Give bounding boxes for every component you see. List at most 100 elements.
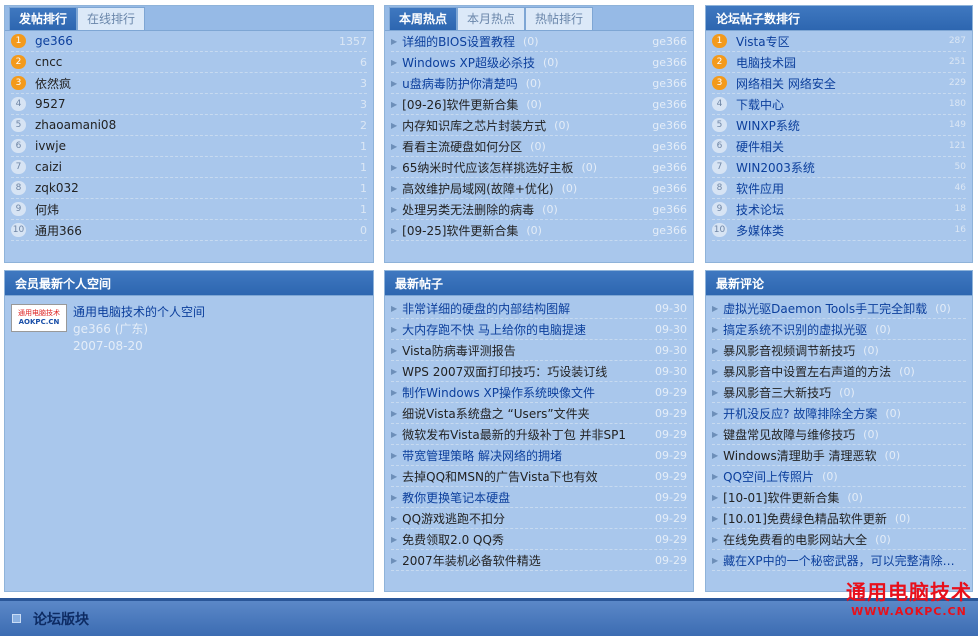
item-name[interactable]: 网络相关 网络安全 [736, 75, 926, 92]
item-name[interactable]: 下载中心 [736, 96, 926, 113]
item-name[interactable]: WINXP系统 [736, 117, 926, 134]
item-title[interactable]: 详细的BIOS设置教程 [402, 33, 515, 50]
list-item[interactable]: ▶ 微软发布Vista最新的升级补丁包 并非SP1 09-29 [391, 424, 687, 445]
list-item[interactable]: ▶ 2007年装机必备软件精选 09-29 [391, 550, 687, 571]
item-title[interactable]: [10.01]免费绿色精品软件更新 [723, 510, 887, 527]
item-title[interactable]: [10-01]软件更新合集 [723, 489, 839, 506]
list-item[interactable]: ▶ [09-25]软件更新合集 (0) ge366 [391, 220, 687, 241]
item-title[interactable]: Windows XP超级必杀技 [402, 54, 535, 71]
list-item[interactable]: ▶ 暴风影音三大新技巧 (0) [712, 382, 966, 403]
item-title[interactable]: 大内存跑不快 马上给你的电脑提速 [402, 321, 586, 338]
forum-sections-title[interactable]: 论坛版块 [33, 609, 89, 629]
list-item[interactable]: 8 软件应用 46 [712, 178, 966, 199]
space-logo[interactable]: 通用电脑技术 AOKPC.CN [11, 304, 67, 332]
item-name[interactable]: 电脑技术园 [736, 54, 926, 71]
list-item[interactable]: ▶ u盘病毒防护你清楚吗 (0) ge366 [391, 73, 687, 94]
tab-week-hot[interactable]: 本周热点 [389, 7, 458, 30]
list-item[interactable]: ▶ 虚拟光驱Daemon Tools手工完全卸载 (0) [712, 298, 966, 319]
item-name[interactable]: 9527 [35, 97, 327, 111]
list-item[interactable]: ▶ 去掉QQ和MSN的广告Vista下也有效 09-29 [391, 466, 687, 487]
item-name[interactable]: 依然疯 [35, 75, 327, 92]
item-title[interactable]: 2007年装机必备软件精选 [402, 552, 541, 569]
list-item[interactable]: 3 网络相关 网络安全 229 [712, 73, 966, 94]
list-item[interactable]: ▶ 内存知识库之芯片封装方式 (0) ge366 [391, 115, 687, 136]
tab-online-rank[interactable]: 在线排行 [77, 7, 146, 30]
list-item[interactable]: 5 WINXP系统 149 [712, 115, 966, 136]
item-title[interactable]: 去掉QQ和MSN的广告Vista下也有效 [402, 468, 597, 485]
item-name[interactable]: 何炜 [35, 201, 327, 218]
list-item[interactable]: ▶ WPS 2007双面打印技巧：巧设装订线 09-30 [391, 361, 687, 382]
item-title[interactable]: 在线免费看的电影网站大全 [723, 531, 867, 548]
item-title[interactable]: 高效维护局域网(故障+优化) [402, 180, 553, 197]
tab-month-hot[interactable]: 本月热点 [457, 7, 526, 30]
list-item[interactable]: ▶ [10-01]软件更新合集 (0) [712, 487, 966, 508]
list-item[interactable]: ▶ Vista防病毒评测报告 09-30 [391, 340, 687, 361]
item-title[interactable]: QQ空间上传照片 [723, 468, 814, 485]
list-item[interactable]: 4 下载中心 180 [712, 94, 966, 115]
item-title[interactable]: 制作Windows XP操作系统映像文件 [402, 384, 595, 401]
item-title[interactable]: 非常详细的硬盘的内部结构图解 [402, 300, 570, 317]
item-title[interactable]: 细说Vista系统盘之 “Users”文件夹 [402, 405, 589, 422]
list-item[interactable]: 3 依然疯 3 [11, 73, 367, 94]
list-item[interactable]: ▶ [09-26]软件更新合集 (0) ge366 [391, 94, 687, 115]
list-item[interactable]: ▶ 看看主流硬盘如何分区 (0) ge366 [391, 136, 687, 157]
item-name[interactable]: 硬件相关 [736, 138, 926, 155]
item-name[interactable]: WIN2003系统 [736, 159, 926, 176]
list-item[interactable]: ▶ 细说Vista系统盘之 “Users”文件夹 09-29 [391, 403, 687, 424]
item-title[interactable]: 内存知识库之芯片封装方式 [402, 117, 546, 134]
item-title[interactable]: QQ游戏逃跑不扣分 [402, 510, 505, 527]
list-item[interactable]: ▶ 藏在XP中的一个秘密武器，可以完整清除垃... [712, 550, 966, 571]
list-item[interactable]: ▶ 开机没反应? 故障排除全方案 (0) [712, 403, 966, 424]
item-name[interactable]: 软件应用 [736, 180, 926, 197]
list-item[interactable]: ▶ 带宽管理策略 解决网络的拥堵 09-29 [391, 445, 687, 466]
item-title[interactable]: 暴风影音三大新技巧 [723, 384, 831, 401]
list-item[interactable]: ▶ QQ空间上传照片 (0) [712, 466, 966, 487]
list-item[interactable]: 6 ivwje 1 [11, 136, 367, 157]
list-item[interactable]: ▶ Windows清理助手 清理恶软 (0) [712, 445, 966, 466]
item-name[interactable]: caizi [35, 160, 327, 174]
item-title[interactable]: 处理另类无法删除的病毒 [402, 201, 534, 218]
tab-hot-posts-rank[interactable]: 热帖排行 [525, 7, 594, 30]
list-item[interactable]: 8 zqk032 1 [11, 178, 367, 199]
item-title[interactable]: 键盘常见故障与维修技巧 [723, 426, 855, 443]
item-title[interactable]: 暴风影音中设置左右声道的方法 [723, 363, 891, 380]
item-title[interactable]: 搞定系统不识别的虚拟光驱 [723, 321, 867, 338]
item-name[interactable]: 通用366 [35, 222, 327, 239]
item-title[interactable]: WPS 2007双面打印技巧：巧设装订线 [402, 363, 607, 380]
item-title[interactable]: 暴风影音视频调节新技巧 [723, 342, 855, 359]
item-title[interactable]: 看看主流硬盘如何分区 [402, 138, 522, 155]
item-name[interactable]: 多媒体类 [736, 222, 926, 239]
list-item[interactable]: 10 通用366 0 [11, 220, 367, 241]
list-item[interactable]: ▶ 高效维护局域网(故障+优化) (0) ge366 [391, 178, 687, 199]
space-title-link[interactable]: 通用电脑技术的个人空间 [73, 304, 205, 321]
list-item[interactable]: ▶ 详细的BIOS设置教程 (0) ge366 [391, 31, 687, 52]
item-title[interactable]: 65纳米时代应该怎样挑选好主板 [402, 159, 573, 176]
item-name[interactable]: zqk032 [35, 181, 327, 195]
item-name[interactable]: zhaoamani08 [35, 118, 327, 132]
item-title[interactable]: 开机没反应? 故障排除全方案 [723, 405, 877, 422]
item-title[interactable]: 免费领取2.0 QQ秀 [402, 531, 504, 548]
item-title[interactable]: 藏在XP中的一个秘密武器，可以完整清除垃... [723, 552, 966, 569]
list-item[interactable]: 5 zhaoamani08 2 [11, 115, 367, 136]
list-item[interactable]: ▶ [10.01]免费绿色精品软件更新 (0) [712, 508, 966, 529]
item-name[interactable]: cncc [35, 55, 327, 69]
item-title[interactable]: Vista防病毒评测报告 [402, 342, 516, 359]
list-item[interactable]: ▶ 教你更换笔记本硬盘 09-29 [391, 487, 687, 508]
item-name[interactable]: 技术论坛 [736, 201, 926, 218]
list-item[interactable]: ▶ 键盘常见故障与维修技巧 (0) [712, 424, 966, 445]
item-title[interactable]: Windows清理助手 清理恶软 [723, 447, 876, 464]
item-title[interactable]: 微软发布Vista最新的升级补丁包 并非SP1 [402, 426, 626, 443]
list-item[interactable]: 7 caizi 1 [11, 157, 367, 178]
list-item[interactable]: ▶ 65纳米时代应该怎样挑选好主板 (0) ge366 [391, 157, 687, 178]
item-title[interactable]: [09-25]软件更新合集 [402, 222, 518, 239]
item-title[interactable]: 带宽管理策略 解决网络的拥堵 [402, 447, 562, 464]
list-item[interactable]: ▶ 暴风影音视频调节新技巧 (0) [712, 340, 966, 361]
item-title[interactable]: 教你更换笔记本硬盘 [402, 489, 510, 506]
list-item[interactable]: ▶ 免费领取2.0 QQ秀 09-29 [391, 529, 687, 550]
list-item[interactable]: 1 ge366 1357 [11, 31, 367, 52]
list-item[interactable]: ▶ 暴风影音中设置左右声道的方法 (0) [712, 361, 966, 382]
item-name[interactable]: ge366 [35, 34, 327, 48]
list-item[interactable]: 6 硬件相关 121 [712, 136, 966, 157]
item-name[interactable]: Vista专区 [736, 33, 926, 50]
list-item[interactable]: 9 技术论坛 18 [712, 199, 966, 220]
